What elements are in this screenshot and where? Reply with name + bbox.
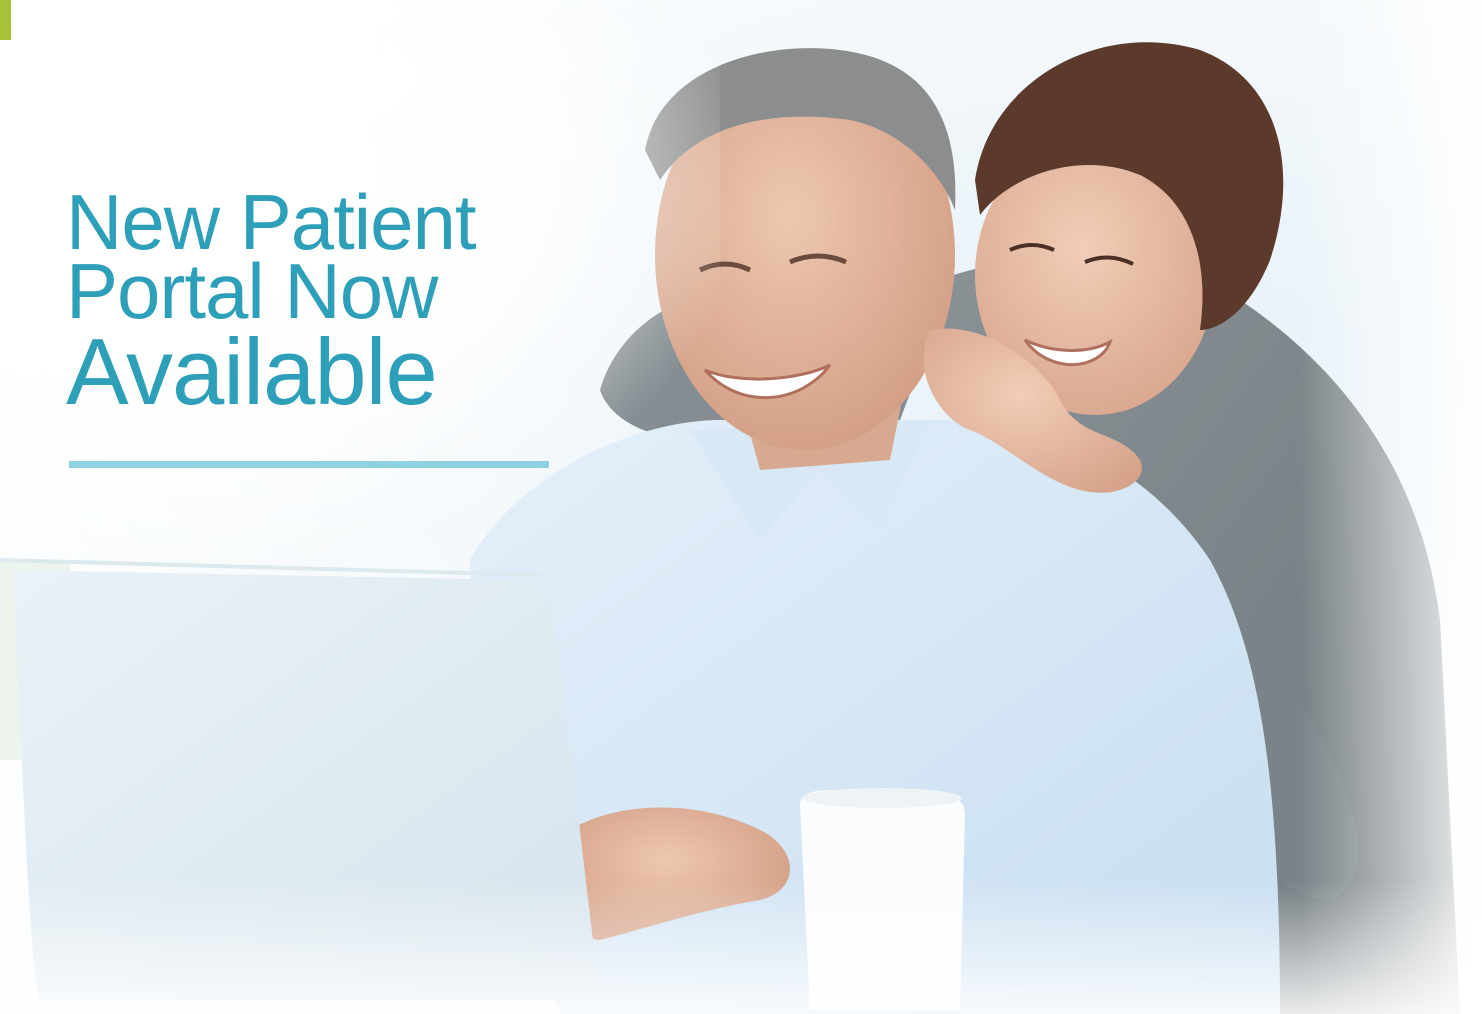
headline-underline [69,461,549,468]
hero-photo [0,0,1482,1014]
headline-line-3: Available [66,319,438,424]
corner-accent-tab [0,0,11,40]
hero-headline: New Patient Portal Now Available [66,183,626,424]
headline-line-2: Portal Now [66,247,438,335]
hero-banner: New Patient Portal Now Available [0,0,1482,1014]
